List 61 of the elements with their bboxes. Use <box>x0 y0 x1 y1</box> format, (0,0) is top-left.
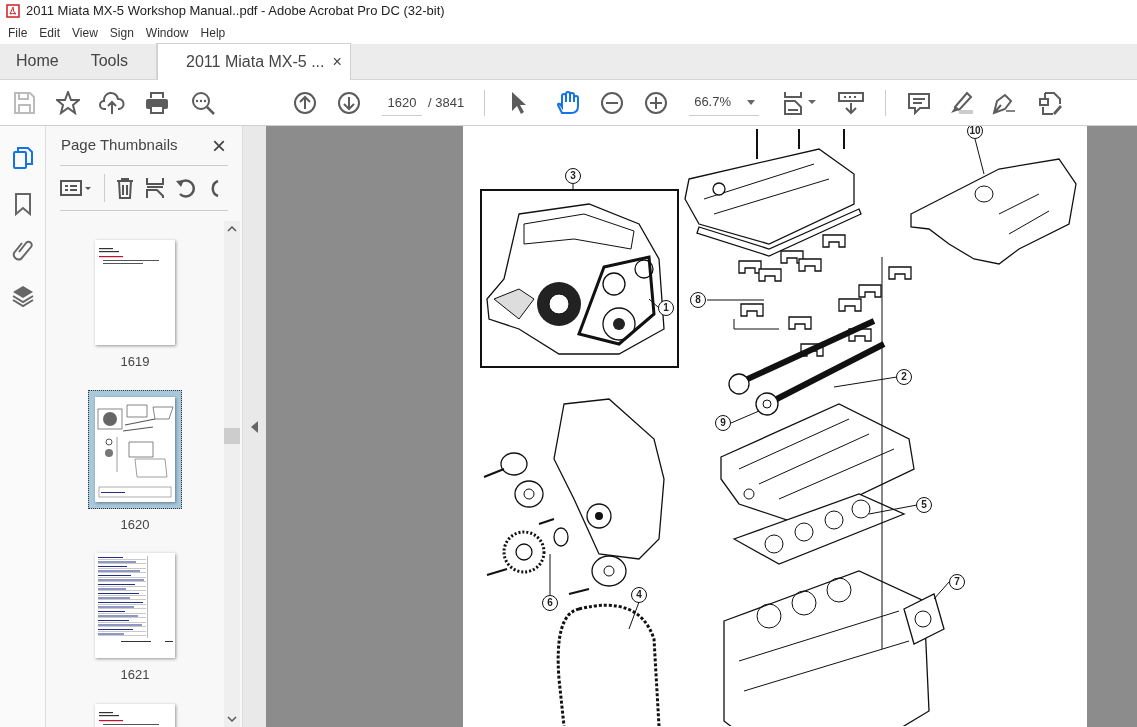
callout-number: 2 <box>896 369 912 385</box>
pages-icon[interactable] <box>10 146 35 170</box>
callout-number: 7 <box>949 574 965 590</box>
scroll-up-icon[interactable] <box>227 225 237 233</box>
paperclip-icon[interactable] <box>10 238 35 262</box>
page-thumbnail[interactable] <box>95 240 175 345</box>
print-icon[interactable] <box>145 90 169 115</box>
callout-number: 6 <box>542 595 558 611</box>
thumbnail-label: 1619 <box>120 353 150 371</box>
star-icon[interactable] <box>56 90 80 115</box>
page-split-icon[interactable] <box>145 177 165 199</box>
arrow-up-icon[interactable] <box>293 90 317 115</box>
panel-title: Page Thumbnails <box>60 135 178 156</box>
menu-item[interactable]: File <box>2 24 34 42</box>
scrollbar[interactable] <box>224 221 240 727</box>
trash-icon[interactable] <box>115 177 135 199</box>
window-title: 2011 Miata MX-5 Workshop Manual..pdf - Adobe Acrobat Pro DC (32-bit) <box>26 2 445 21</box>
close-panel-button[interactable]: × <box>210 133 228 158</box>
oil-seal-drawing <box>903 593 945 645</box>
callout-number: 1 <box>658 300 674 316</box>
scroll-mode-icon[interactable] <box>838 90 865 115</box>
callout-number: 4 <box>631 587 647 603</box>
menu-item[interactable]: Help <box>194 24 232 42</box>
scroll-thumb[interactable] <box>224 428 240 444</box>
thumbnail-label: 1620 <box>120 515 150 534</box>
fit-page-icon[interactable] <box>783 90 818 115</box>
callout-number: 9 <box>715 415 731 431</box>
menu-item[interactable]: Edit <box>33 24 67 42</box>
collapse-panel-icon[interactable] <box>250 420 259 433</box>
hand-icon[interactable] <box>556 90 581 115</box>
arrow-down-icon[interactable] <box>337 90 361 115</box>
rotate-left-icon[interactable] <box>175 177 197 199</box>
tab[interactable]: Tools <box>74 43 145 79</box>
zoom-in-icon[interactable] <box>644 90 669 115</box>
pointer-icon[interactable] <box>510 90 527 115</box>
highlighter-icon[interactable] <box>949 90 974 115</box>
callout-number: 8 <box>690 292 706 308</box>
callout-number: 10 <box>967 126 983 139</box>
zoom-field[interactable]: 66.7% <box>689 89 760 116</box>
thumbnail-label: 1621 <box>120 666 150 684</box>
close-tab-icon[interactable]: × <box>332 50 342 74</box>
menu-item[interactable]: Window <box>139 24 195 42</box>
scroll-down-icon[interactable] <box>227 715 237 723</box>
zoom-out-icon[interactable] <box>600 90 625 115</box>
options-icon[interactable] <box>60 179 94 197</box>
comment-icon[interactable] <box>907 90 932 115</box>
search-icon[interactable] <box>191 90 215 115</box>
caret-icon[interactable] <box>747 99 756 105</box>
callout-number: 3 <box>565 168 581 184</box>
tab[interactable]: Home <box>0 43 75 79</box>
layers-icon[interactable] <box>10 284 35 308</box>
tab[interactable]: 2011 Miata MX-5 ... × <box>157 43 351 80</box>
menu-item[interactable]: View <box>66 24 104 42</box>
page-thumbnail[interactable] <box>95 553 175 658</box>
page-thumbnail[interactable] <box>95 396 175 502</box>
pdf-app-icon <box>6 4 20 18</box>
cloud-upload-icon[interactable] <box>99 90 125 115</box>
callout-number: 5 <box>916 497 932 513</box>
menu-item[interactable]: Sign <box>103 24 140 42</box>
edit-document-icon[interactable] <box>1036 90 1063 115</box>
page-total: / 3841 <box>428 93 465 112</box>
